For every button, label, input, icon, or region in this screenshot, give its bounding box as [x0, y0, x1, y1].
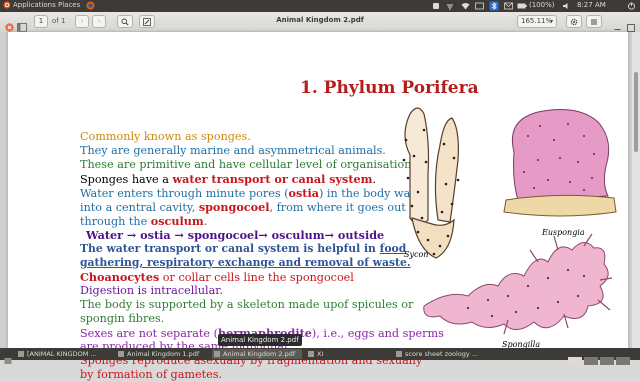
- body-text-run: or collar cells line the spongocoel: [159, 271, 354, 284]
- highlighted-term: osculum: [150, 214, 204, 228]
- search-button[interactable]: [117, 15, 133, 28]
- sycon-illustration: [402, 107, 460, 259]
- body-text-run: Sponges have a: [80, 173, 173, 186]
- body-text-run: .: [203, 215, 208, 228]
- body-line: through the osculum.: [80, 214, 207, 229]
- scrollbar-thumb[interactable]: [634, 72, 638, 152]
- body-line: Choanocytes or collar cells line the spo…: [80, 270, 354, 285]
- hamburger-menu-icon: [591, 19, 597, 24]
- euspongia-label: Euspongia: [542, 228, 585, 237]
- spongilla-illustration: [423, 233, 613, 335]
- taskbar-tooltip: Animal Kingdom 2.pdf: [218, 334, 302, 346]
- chevron-down-icon: ▾: [549, 18, 553, 25]
- body-text-run: by formation of gametes.: [80, 368, 223, 381]
- taskbar-item-label: Animal Kingdom 1.pdf: [127, 350, 200, 358]
- search-icon: [121, 18, 129, 26]
- gear-icon: [570, 18, 578, 25]
- body-text-run: spongin fibres.: [80, 312, 165, 325]
- window-icon: [396, 351, 402, 357]
- chevron-left-icon: ‹: [80, 17, 84, 25]
- window-icon: [214, 351, 220, 357]
- body-text-run: gathering, respiratory exchange and remo…: [80, 256, 411, 269]
- system-top-bar: Applications Places (100%) 8:27 AM: [0, 0, 640, 12]
- body-text-run: into a central cavity,: [80, 201, 199, 214]
- body-text-run: Sexes are not separate (: [80, 327, 218, 340]
- highlighted-term: spongocoel: [198, 200, 270, 214]
- body-line: by formation of gametes.: [80, 368, 222, 382]
- body-line: Water → ostia → spongocoel→ osculum→ out…: [86, 228, 384, 242]
- taskbar-item[interactable]: XI: [306, 349, 386, 359]
- taskbar: [ANIMAL KINGDOM ... Animal Kingdom 1.pdf A…: [0, 348, 640, 365]
- page-heading: 1. Phylum Porifera: [300, 78, 479, 98]
- edit-annotation-icon: [143, 17, 151, 26]
- page-number-input[interactable]: 1: [34, 15, 48, 28]
- body-line: They are generally marine and asymmetric…: [80, 144, 386, 158]
- highlighted-term: ostia: [288, 186, 319, 200]
- taskbar-item-label: XI: [317, 350, 324, 358]
- body-line: spongin fibres.: [80, 312, 164, 326]
- body-line: Sponges have a water transport or canal …: [80, 172, 376, 187]
- highlighted-term: water transport or canal system: [172, 172, 373, 186]
- zoom-value: 165.11%: [521, 17, 553, 25]
- body-line: The body is supported by a skeleton made…: [80, 298, 413, 312]
- body-text-run: , from where it goes out: [269, 201, 406, 214]
- chevron-right-icon: ›: [97, 17, 101, 25]
- body-text-run: They are generally marine and asymmetric…: [80, 144, 386, 157]
- firefox-launcher-icon[interactable]: [86, 1, 95, 12]
- annotate-button[interactable]: [139, 15, 155, 28]
- next-page-button[interactable]: ›: [92, 15, 106, 28]
- body-line: Water enters through minute pores (ostia…: [80, 186, 417, 201]
- places-menu[interactable]: Places: [58, 1, 80, 9]
- body-text-run: Commonly known as sponges.: [80, 130, 251, 143]
- window-icon: [18, 351, 24, 357]
- window-icon: [308, 351, 314, 357]
- body-text-run: .: [372, 173, 377, 186]
- highlighted-term: Choanocytes: [80, 270, 160, 284]
- body-line: gathering, respiratory exchange and remo…: [80, 256, 411, 270]
- body-line: into a central cavity, spongocoel, from …: [80, 200, 406, 215]
- body-text-run: The body is supported by a skeleton made…: [80, 298, 414, 311]
- ubuntu-logo-icon: [3, 1, 11, 11]
- body-line: These are primitive and have cellular le…: [80, 158, 415, 172]
- document-viewport[interactable]: 1. Phylum Porifera Commonly known as spo…: [0, 32, 640, 381]
- taskbar-item-label: [ANIMAL KINGDOM ...: [27, 350, 97, 358]
- body-text-run: The water transport or canal system is h…: [80, 242, 380, 255]
- previous-page-button[interactable]: ‹: [75, 15, 89, 28]
- taskbar-item[interactable]: score sheet zoology ...: [394, 349, 484, 359]
- porifera-illustrations: [402, 107, 617, 335]
- taskbar-item[interactable]: Animal Kingdom 2.pdf: [212, 349, 302, 359]
- sycon-label: Sycon: [404, 250, 429, 259]
- taskbar-item-label: score sheet zoology ...: [405, 350, 479, 358]
- euspongia-illustration: [503, 109, 617, 217]
- page-count: of 1: [52, 17, 66, 25]
- body-text-run: Digestion is intracellular.: [80, 284, 223, 297]
- window-icon: [118, 351, 124, 357]
- taskbar-item[interactable]: Animal Kingdom 1.pdf: [116, 349, 208, 359]
- zoom-select[interactable]: 165.11% ▾: [517, 15, 557, 28]
- body-text-run: Water → ostia → spongocoel→ osculum→ out…: [86, 228, 385, 242]
- body-line: The water transport or canal system is h…: [80, 242, 406, 256]
- body-line: Digestion is intracellular.: [80, 284, 223, 298]
- taskbar-item-label: Animal Kingdom 2.pdf: [223, 350, 296, 358]
- pdf-page: 1. Phylum Porifera Commonly known as spo…: [8, 32, 628, 381]
- vertical-scrollbar[interactable]: [632, 32, 640, 348]
- body-line: Commonly known as sponges.: [80, 130, 251, 144]
- app-header-bar: 1 of 1 ‹ › Animal Kingdom 2.pdf 165.11% …: [0, 12, 640, 33]
- settings-menu-button[interactable]: [566, 15, 582, 28]
- body-text-run: These are primitive and have cellular le…: [80, 158, 415, 171]
- taskbar-item[interactable]: [ANIMAL KINGDOM ...: [16, 349, 110, 359]
- body-text-run: Water enters through minute pores (: [80, 187, 289, 200]
- open-menu-button[interactable]: [586, 15, 602, 28]
- body-text-run: through the: [80, 215, 151, 228]
- applications-menu[interactable]: Applications: [13, 1, 56, 9]
